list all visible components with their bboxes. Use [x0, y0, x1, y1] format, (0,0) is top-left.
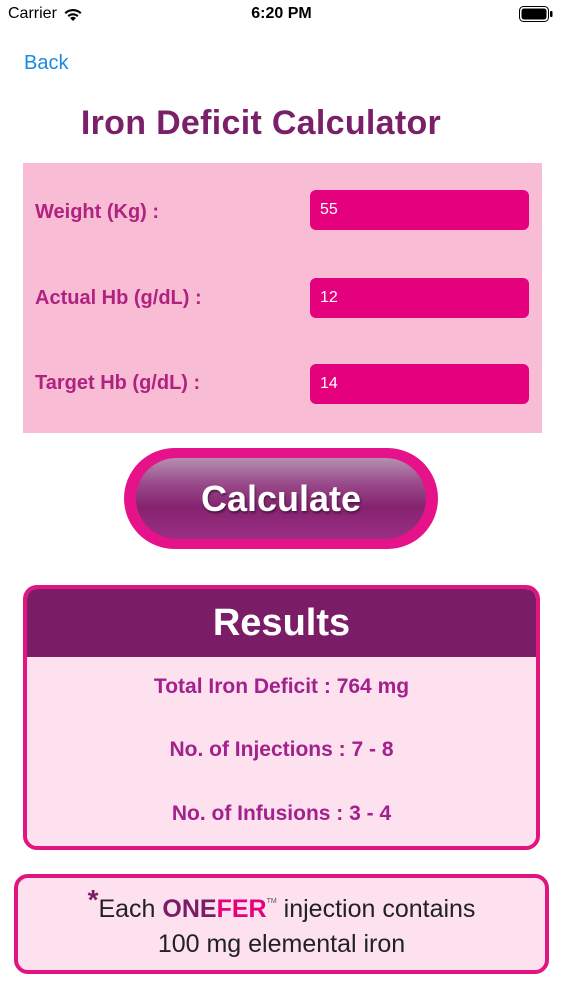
calculate-button[interactable]: Calculate: [136, 458, 426, 539]
status-time: 6:20 PM: [251, 5, 312, 22]
weight-input[interactable]: [310, 190, 529, 230]
actual-hb-input[interactable]: [310, 278, 529, 318]
calculate-button-frame: Calculate: [124, 448, 438, 549]
actual-hb-label: Actual Hb (g/dL) :: [35, 287, 202, 309]
note-asterisk: *: [87, 884, 99, 915]
note-line-1: *Each ONEFERTM injection contains: [18, 884, 545, 924]
trademark-mark: TM: [266, 898, 277, 905]
brand-one: ONE: [162, 895, 217, 923]
page-title: Iron Deficit Calculator: [80, 104, 442, 142]
note-line-2: 100 mg elemental iron: [157, 930, 406, 958]
dosage-note: *Each ONEFERTM injection contains 100 mg…: [14, 874, 549, 974]
results-title: Results: [212, 601, 351, 644]
weight-label: Weight (Kg) :: [35, 201, 160, 223]
note-prefix: Each: [98, 895, 163, 923]
results-header: Results: [27, 589, 536, 657]
infusions-count: No. of Infusions : 3 - 4: [171, 802, 392, 825]
target-hb-label: Target Hb (g/dL) :: [35, 372, 201, 394]
back-button[interactable]: Back: [24, 52, 68, 75]
note-suffix: injection contains: [276, 895, 476, 923]
target-hb-input[interactable]: [310, 364, 529, 404]
input-panel: Weight (Kg) : Actual Hb (g/dL) : Target …: [23, 163, 542, 433]
total-iron-deficit: Total Iron Deficit : 764 mg: [153, 675, 410, 698]
injections-count: No. of Injections : 7 - 8: [169, 738, 394, 761]
battery-icon: [519, 6, 553, 22]
calculate-label: Calculate: [200, 477, 362, 519]
results-card: Results Total Iron Deficit : 764 mg No. …: [23, 585, 540, 850]
brand-fer: FER: [216, 895, 267, 923]
status-bar: Carrier 6:20 PM: [0, 0, 563, 30]
